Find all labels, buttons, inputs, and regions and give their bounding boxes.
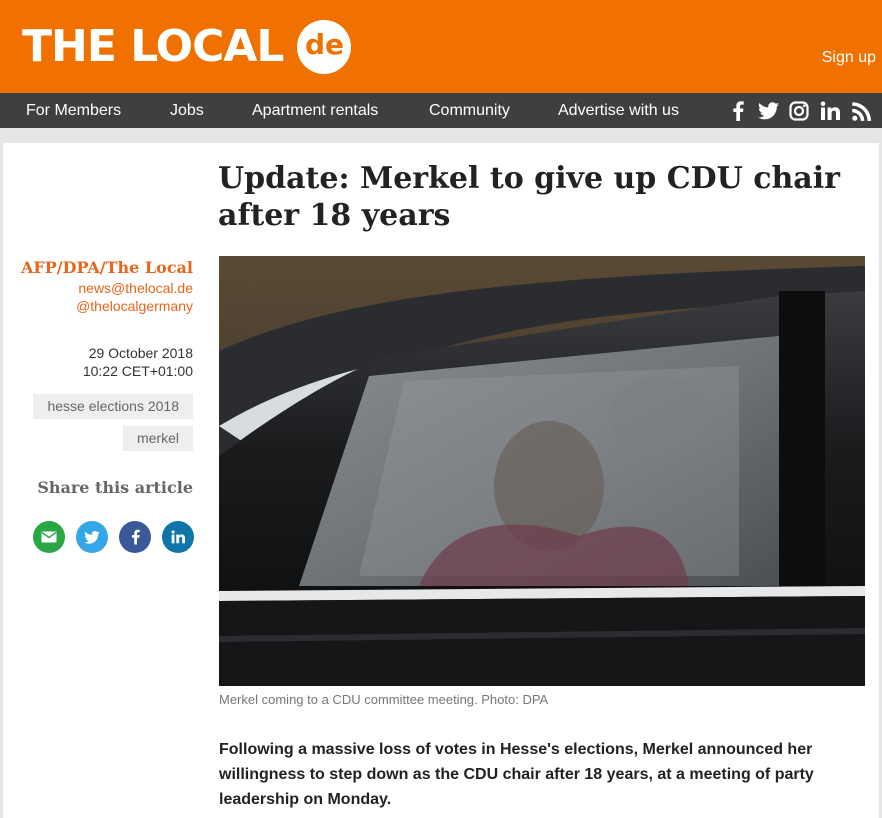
publish-date: 29 October 2018 <box>88 345 193 361</box>
site-header: THE LOCAL de Sign up <box>0 0 882 93</box>
article-lead: Following a massive loss of votes in Hes… <box>219 741 814 808</box>
site-logo[interactable]: THE LOCAL de <box>22 19 352 75</box>
facebook-share-icon[interactable] <box>119 521 151 553</box>
author-name[interactable]: AFP/DPA/The Local <box>21 257 193 279</box>
logo-badge: de <box>297 20 352 74</box>
signup-link[interactable]: Sign up <box>822 49 876 67</box>
author-twitter-link[interactable]: @thelocalgermany <box>21 297 193 315</box>
nav-item-advertise[interactable]: Advertise with us <box>558 93 679 128</box>
nav-item-apartment-rentals[interactable]: Apartment rentals <box>252 93 378 128</box>
author-block: AFP/DPA/The Local news@thelocal.de @thel… <box>21 257 193 315</box>
author-email-link[interactable]: news@thelocal.de <box>21 279 193 297</box>
share-title: Share this article <box>37 478 193 497</box>
instagram-icon[interactable] <box>788 100 810 122</box>
article-photo <box>219 256 865 686</box>
nav-item-jobs[interactable]: Jobs <box>170 93 204 128</box>
logo-text: THE LOCAL <box>22 21 284 72</box>
twitter-share-icon[interactable] <box>76 521 108 553</box>
facebook-icon[interactable] <box>727 100 749 122</box>
publish-date-block: 29 October 2018 10:22 CET+01:00 <box>83 344 193 380</box>
tag-merkel[interactable]: merkel <box>122 426 193 451</box>
main-nav: For Members Jobs Apartment rentals Commu… <box>0 93 882 128</box>
publish-time: 10:22 CET+01:00 <box>82 363 193 379</box>
linkedin-share-icon[interactable] <box>162 521 194 553</box>
email-share-icon[interactable] <box>33 521 65 553</box>
tag-hesse-elections[interactable]: hesse elections 2018 <box>33 394 193 419</box>
rss-icon[interactable] <box>850 100 872 122</box>
twitter-icon[interactable] <box>757 100 779 122</box>
nav-item-for-members[interactable]: For Members <box>26 93 121 128</box>
article-headline: Update: Merkel to give up CDU chair afte… <box>218 161 840 233</box>
photo-caption: Merkel coming to a CDU committee meeting… <box>219 692 549 707</box>
linkedin-icon[interactable] <box>819 100 841 122</box>
nav-item-community[interactable]: Community <box>429 93 510 128</box>
